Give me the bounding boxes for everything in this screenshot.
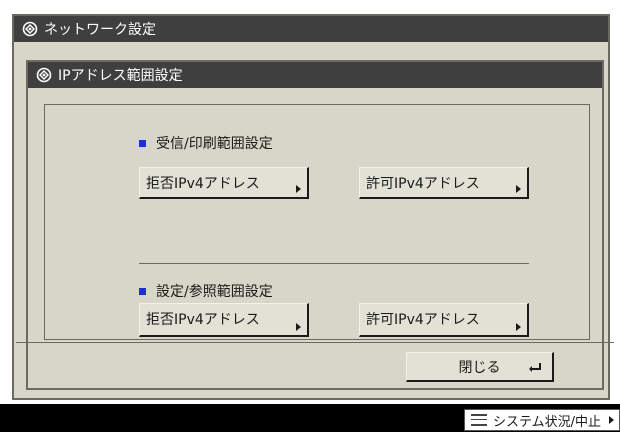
section-heading-settings-reference: 設定/参照範囲設定	[139, 281, 273, 301]
section-heading-label: 受信/印刷範囲設定	[156, 136, 273, 152]
status-bar: システム状況/中止	[0, 404, 620, 432]
receive-print-allow-ipv4-button[interactable]: 許可IPv4アドレス	[359, 167, 529, 199]
settings-panel: 受信/印刷範囲設定 拒否IPv4アドレス 許可IPv4アドレス 設定/参照範囲設…	[44, 104, 590, 340]
settings-icon	[22, 21, 38, 37]
arrow-right-icon	[516, 185, 521, 193]
close-button[interactable]: 閉じる	[406, 352, 554, 382]
arrow-right-icon	[609, 416, 614, 424]
bullet-icon	[139, 139, 146, 147]
network-settings-window: ネットワーク設定 IPアドレス範囲設定 受信/印刷範囲設定 拒否IPv4アドレス…	[12, 14, 614, 400]
section-heading-label: 設定/参照範囲設定	[156, 284, 273, 300]
enter-icon	[529, 363, 541, 372]
button-label: 拒否IPv4アドレス	[146, 312, 260, 328]
system-status-icon	[471, 414, 487, 426]
receive-print-deny-ipv4-button[interactable]: 拒否IPv4アドレス	[139, 167, 309, 199]
settings-reference-deny-ipv4-button[interactable]: 拒否IPv4アドレス	[139, 303, 309, 337]
system-status-label: システム状況/中止	[493, 414, 601, 430]
section-divider	[139, 263, 529, 264]
button-label: 許可IPv4アドレス	[366, 312, 480, 328]
settings-icon	[36, 67, 52, 83]
ip-range-dialog: IPアドレス範囲設定 受信/印刷範囲設定 拒否IPv4アドレス 許可IPv4アド…	[16, 60, 614, 390]
dialog-title: IPアドレス範囲設定	[58, 68, 183, 84]
arrow-right-icon	[516, 323, 521, 331]
dialog-title-bar: IPアドレス範囲設定	[28, 62, 602, 88]
system-status-button[interactable]: システム状況/中止	[464, 409, 620, 431]
window-title: ネットワーク設定	[44, 22, 156, 38]
button-label: 拒否IPv4アドレス	[146, 176, 260, 192]
section-heading-receive-print: 受信/印刷範囲設定	[139, 133, 273, 153]
arrow-right-icon	[296, 323, 301, 331]
settings-reference-allow-ipv4-button[interactable]: 許可IPv4アドレス	[359, 303, 529, 337]
footer-divider	[16, 342, 614, 343]
bullet-icon	[139, 287, 146, 295]
arrow-right-icon	[296, 185, 301, 193]
window-title-bar: ネットワーク設定	[14, 16, 608, 42]
button-label: 許可IPv4アドレス	[366, 176, 480, 192]
close-button-label: 閉じる	[458, 359, 501, 376]
